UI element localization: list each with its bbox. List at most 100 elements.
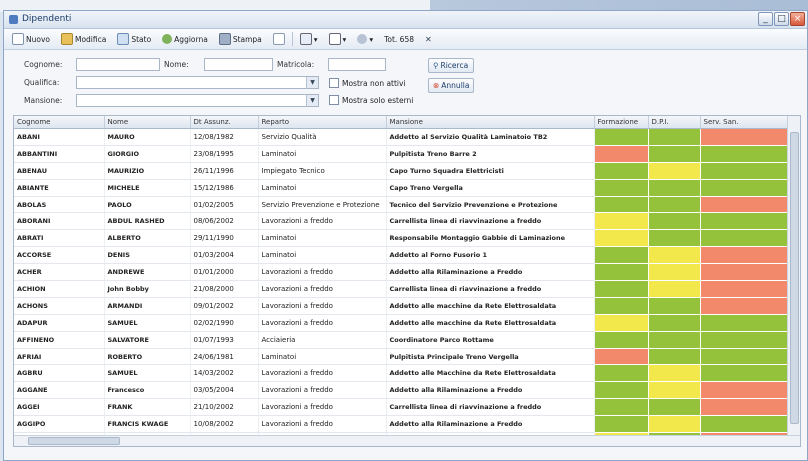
cell-formazione-green [594, 179, 649, 197]
chevron-down-icon: ▾ [369, 34, 374, 44]
table-row[interactable]: AGBRU SAMUEL 14/03/2002 Lavorazioni a fredd… [14, 364, 790, 383]
document-tool-button[interactable] [269, 31, 289, 48]
cell-serv-san-red [700, 128, 790, 146]
chevron-down-icon: ▼ [306, 95, 318, 106]
chevron-down-icon: ▼ [306, 77, 318, 88]
col-header-data[interactable]: Dt Assunz. [190, 116, 259, 129]
tools-dropdown[interactable]: ▾ [353, 31, 377, 48]
cell-cognome: ABRATI [14, 229, 105, 248]
cell-dpi-green [648, 398, 701, 417]
cell-dpi-yellow [648, 246, 701, 265]
cell-dpi-green [648, 212, 701, 231]
cell-dpi-yellow [648, 364, 701, 383]
cell-mansione: Pulpitista Treno Barre 2 [386, 145, 595, 163]
table-row[interactable]: AGGANE Francesco 03/05/2004 Lavorazioni a f… [14, 381, 790, 400]
cell-reparto: Laminatoi [258, 348, 387, 366]
stampa-button[interactable]: Stampa [215, 31, 266, 48]
cell-data: 23/08/1995 [190, 145, 259, 163]
minimize-button[interactable]: _ [758, 12, 773, 26]
cell-formazione-green [594, 162, 649, 180]
table-row[interactable]: ABENAU MAURIZIO 26/11/1996 Impiegato Tecnic… [14, 162, 790, 180]
aggiorna-button[interactable]: Aggiorna [158, 31, 212, 48]
table-row[interactable]: ACCORSE DENIS 01/03/2004 Laminatoi Addetto a… [14, 246, 790, 265]
stato-button[interactable]: Stato [113, 31, 155, 48]
nuovo-button[interactable]: Nuovo [8, 31, 54, 48]
cell-mansione: Addetto alla Rilaminazione a Freddo [386, 415, 595, 434]
toolbar: Nuovo Modifica Stato Aggiorna Stampa ▾ ▾ [4, 29, 807, 50]
table-row[interactable]: ABBANTINI GIORGIO 23/08/1995 Laminatoi Pulpi… [14, 145, 790, 163]
scrollbar-thumb[interactable] [790, 132, 799, 424]
scrollbar-thumb[interactable] [28, 437, 120, 445]
clear-filter-button[interactable]: ✕ [421, 31, 436, 48]
col-header-dpi[interactable]: D.P.I. [648, 116, 701, 129]
ricerca-button[interactable]: ⚲ Ricerca [428, 58, 474, 73]
grid-icon [299, 33, 312, 45]
cell-mansione: Addetto alle Macchine da Rete Elettrosal… [386, 364, 595, 383]
mostra-solo-esterni-label: Mostra solo esterni [342, 95, 414, 105]
table-row[interactable]: AFFINENO SALVATORE 01/07/1993 Acciaieria Coo… [14, 331, 790, 349]
col-header-serv-san[interactable]: Serv. San. [700, 116, 790, 129]
cell-formazione-green [594, 398, 649, 417]
col-header-formazione[interactable]: Formazione [594, 116, 649, 129]
view-dropdown[interactable]: ▾ [325, 31, 351, 48]
annulla-button[interactable]: ⊗ Annulla [428, 78, 474, 93]
matricola-input[interactable] [328, 58, 386, 71]
cell-dpi-green [648, 331, 701, 349]
annulla-label: Annulla [441, 81, 470, 90]
vertical-scrollbar[interactable] [787, 116, 800, 446]
cell-cognome: ABBANTINI [14, 145, 105, 163]
cell-nome: ANDREWE [104, 263, 191, 282]
print-icon [218, 33, 231, 45]
cell-serv-san-green [700, 314, 790, 332]
horizontal-scrollbar[interactable] [14, 435, 800, 446]
cell-nome: FRANK [104, 398, 191, 417]
export-dropdown[interactable]: ▾ [296, 31, 322, 48]
nome-input[interactable] [204, 58, 273, 71]
document-icon [272, 33, 285, 45]
mostra-non-attivi-checkbox[interactable]: Mostra non attivi [329, 78, 406, 88]
cell-cognome: AFRIAI [14, 348, 105, 366]
table-row[interactable]: ABRATI ALBERTO 29/11/1990 Laminatoi Responsa… [14, 229, 790, 248]
close-button[interactable]: × [790, 12, 805, 26]
table-row[interactable]: ABIANTE MICHELE 15/12/1986 Laminatoi Capo Tr… [14, 179, 790, 197]
cell-mansione: Capo Treno Vergella [386, 179, 595, 197]
mansione-select[interactable]: ▼ [76, 94, 319, 107]
cell-dpi-green [648, 229, 701, 248]
cell-serv-san-red [700, 196, 790, 214]
cell-cognome: ABENAU [14, 162, 105, 180]
cell-nome: GIORGIO [104, 145, 191, 163]
nuovo-label: Nuovo [26, 34, 50, 44]
cognome-input[interactable] [76, 58, 160, 71]
table-row[interactable]: ACHION John Bobby 21/08/2000 Lavorazioni a … [14, 280, 790, 298]
table-row[interactable]: AGGIPO FRANCIS KWAGE 10/08/2002 Lavorazioni… [14, 415, 790, 434]
cell-dpi-yellow [648, 280, 701, 298]
table-row[interactable]: AFRIAI ROBERTO 24/06/1981 Laminatoi Pulpitis… [14, 348, 790, 366]
table-row[interactable]: ABANI MAURO 12/08/1982 Servizio Qualità Adde… [14, 128, 790, 146]
cell-cognome: AFFINENO [14, 331, 105, 349]
col-header-cognome[interactable]: Cognome [14, 116, 105, 129]
cell-reparto: Laminatoi [258, 229, 387, 248]
table-row[interactable]: ACHONS ARMANDI 09/01/2002 Lavorazioni a fre… [14, 297, 790, 315]
table-row[interactable]: AGGEI FRANK 21/10/2002 Lavorazioni a freddo… [14, 398, 790, 417]
stampa-label: Stampa [232, 34, 262, 44]
stato-label: Stato [131, 34, 152, 44]
cell-data: 29/11/1990 [190, 229, 259, 248]
table-row[interactable]: ADAPUR SAMUEL 02/02/1990 Lavorazioni a fred… [14, 314, 790, 332]
cell-formazione-yellow [594, 314, 649, 332]
modifica-button[interactable]: Modifica [57, 31, 110, 48]
qualifica-label: Qualifica: [24, 78, 60, 87]
col-header-nome[interactable]: Nome [104, 116, 191, 129]
table-row[interactable]: ACHER ANDREWE 01/01/2000 Lavorazioni a fred… [14, 263, 790, 282]
col-header-reparto[interactable]: Reparto [258, 116, 387, 129]
maximize-button[interactable]: □ [774, 12, 789, 26]
table-row[interactable]: ABOLAS PAOLO 01/02/2005 Servizio Prevenzion… [14, 196, 790, 214]
table-row[interactable]: ABORANI ABDUL RASHED 08/06/2002 Lavorazioni… [14, 212, 790, 231]
qualifica-select[interactable]: ▼ [76, 76, 319, 89]
cell-reparto: Lavorazioni a freddo [258, 280, 387, 298]
cell-serv-san-red [700, 280, 790, 298]
col-header-mansione[interactable]: Mansione [386, 116, 595, 129]
employees-grid: Cognome Nome Dt Assunz. Reparto Mansione… [13, 115, 801, 447]
cell-serv-san-green [700, 145, 790, 163]
cell-nome: ABDUL RASHED [104, 212, 191, 231]
mostra-solo-esterni-checkbox[interactable]: Mostra solo esterni [329, 95, 413, 105]
